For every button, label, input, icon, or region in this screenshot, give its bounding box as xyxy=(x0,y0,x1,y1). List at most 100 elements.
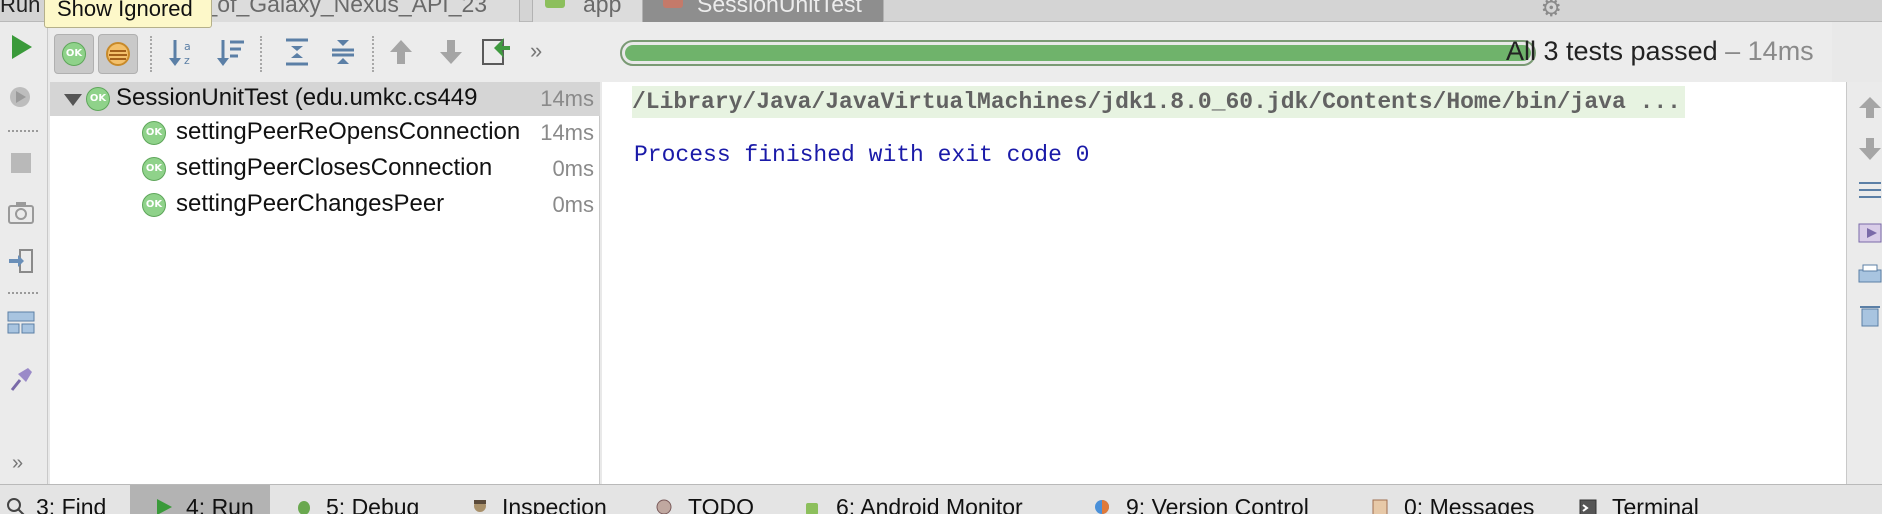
right-action-bar xyxy=(1846,82,1882,484)
ok-icon: OK xyxy=(62,42,86,66)
tab-run[interactable]: 4: Run xyxy=(130,485,270,514)
tab-android-monitor[interactable]: 6: Android Monitor xyxy=(800,485,1050,514)
test-progress-bar xyxy=(620,40,1536,66)
test-method-name: settingPeerChangesPeer xyxy=(176,190,445,217)
scroll-up-icon[interactable] xyxy=(1857,94,1882,120)
more-toolbar-icon[interactable]: » xyxy=(530,38,542,64)
tree-row[interactable]: OK settingPeerClosesConnection 0ms xyxy=(50,152,600,186)
show-ignored-button[interactable] xyxy=(98,34,138,74)
tab-galaxy-nexus[interactable]: y_of_Galaxy_Nexus_API_23 xyxy=(180,0,520,22)
ignored-icon xyxy=(106,42,130,66)
test-status: All 3 tests passed – 14ms xyxy=(1506,36,1814,67)
sort-alphabetically-icon[interactable]: a z xyxy=(168,36,198,68)
trash-icon[interactable] xyxy=(1857,302,1882,328)
tab-label: 6: Android Monitor xyxy=(836,494,1023,514)
inspector-icon xyxy=(474,500,486,512)
tree-row[interactable]: OK settingPeerChangesPeer 0ms xyxy=(50,188,600,222)
show-passed-button[interactable]: OK xyxy=(54,34,94,74)
next-failed-icon[interactable] xyxy=(436,36,466,68)
expand-toggle-icon[interactable] xyxy=(64,94,82,106)
run-icon xyxy=(157,499,172,514)
export-results-icon[interactable] xyxy=(480,34,512,68)
test-method-name: settingPeerClosesConnection xyxy=(176,154,493,181)
console-command-line[interactable]: /Library/Java/JavaVirtualMachines/jdk1.8… xyxy=(632,86,1685,118)
svg-text:z: z xyxy=(184,54,190,67)
test-duration: 14ms xyxy=(540,120,594,145)
ok-icon: OK xyxy=(142,157,166,181)
separator xyxy=(8,292,38,294)
progress-fill xyxy=(625,45,1531,61)
test-duration: 14ms xyxy=(540,86,594,111)
previous-failed-icon[interactable] xyxy=(386,36,416,68)
separator xyxy=(260,36,262,72)
svg-text:a: a xyxy=(184,40,191,53)
tab-label: Inspection xyxy=(502,494,607,514)
tab-find[interactable]: 3: Find xyxy=(0,485,120,514)
collapse-all-icon[interactable] xyxy=(328,36,358,68)
camera-icon[interactable] xyxy=(6,198,36,228)
tab-label: 3: Find xyxy=(36,494,107,514)
tree-row-root[interactable]: OK SessionUnitTest (edu.umkc.cs449 14ms xyxy=(50,82,600,116)
test-method-name: settingPeerReOpensConnection xyxy=(176,118,521,145)
rerun-icon[interactable] xyxy=(6,32,36,62)
tab-label: 9: Version Control xyxy=(1126,494,1309,514)
more-actions-icon[interactable]: » xyxy=(12,452,23,475)
console-exit-message: Process finished with exit code 0 xyxy=(634,142,1090,168)
test-status-text: All 3 tests passed xyxy=(1506,36,1718,66)
test-config-icon xyxy=(663,0,683,8)
tab-label: 4: Run xyxy=(186,494,254,514)
tab-terminal[interactable]: Terminal xyxy=(1576,485,1726,514)
soft-wrap-icon[interactable] xyxy=(1857,178,1882,204)
console-output[interactable]: /Library/Java/JavaVirtualMachines/jdk1.8… xyxy=(602,82,1846,484)
search-icon xyxy=(7,498,25,514)
expand-all-icon[interactable] xyxy=(282,36,312,68)
test-tree: OK SessionUnitTest (edu.umkc.cs449 14ms … xyxy=(50,82,600,484)
ok-icon: OK xyxy=(86,87,110,111)
test-duration: 0ms xyxy=(552,156,594,181)
tab-session-unit-test[interactable]: SessionUnitTest xyxy=(642,0,884,22)
todo-icon xyxy=(656,499,672,514)
tab-label: SessionUnitTest xyxy=(697,0,862,17)
tab-todo[interactable]: TODO xyxy=(652,485,772,514)
terminal-icon xyxy=(1579,499,1597,514)
scroll-down-icon[interactable] xyxy=(1857,136,1882,162)
tab-version-control[interactable]: 9: Version Control xyxy=(1090,485,1330,514)
test-toolbar: OK a z » All 3 tests passed – 14ms xyxy=(50,22,1832,82)
left-action-bar: » xyxy=(0,22,48,484)
stop-icon[interactable] xyxy=(6,148,36,178)
android-icon xyxy=(545,0,565,8)
tab-label: y_of_Galaxy_Nexus_API_23 xyxy=(193,0,488,17)
rerun-failed-icon[interactable] xyxy=(6,82,36,112)
login-icon[interactable] xyxy=(6,246,36,276)
gear-icon[interactable]: ⚙ xyxy=(1540,0,1562,23)
ok-icon: OK xyxy=(142,121,166,145)
tab-label: TODO xyxy=(688,494,755,514)
tooltip: Show Ignored xyxy=(44,0,212,28)
tab-label: 5: Debug xyxy=(326,494,420,514)
tree-row[interactable]: OK settingPeerReOpensConnection 14ms xyxy=(50,116,600,150)
layout-icon[interactable] xyxy=(6,308,36,338)
ok-icon: OK xyxy=(142,193,166,217)
pin-icon[interactable] xyxy=(6,364,36,394)
tool-window-bar: 3: Find 4: Run 5: Debug Inspection TODO … xyxy=(0,484,1882,514)
print-icon[interactable] xyxy=(1857,262,1882,288)
editor-tab-strip: Run y_of_Galaxy_Nexus_API_23 app Session… xyxy=(0,0,1882,28)
tab-label: Terminal xyxy=(1612,494,1699,514)
bug-icon xyxy=(298,501,310,514)
run-tool-window: Run y_of_Galaxy_Nexus_API_23 app Session… xyxy=(0,0,1882,514)
test-duration: 0ms xyxy=(552,192,594,217)
tab-app[interactable]: app xyxy=(532,0,644,22)
sort-by-duration-icon[interactable] xyxy=(216,36,246,68)
tab-label: app xyxy=(583,0,622,17)
test-status-duration: – 14ms xyxy=(1725,36,1814,66)
test-class-name: SessionUnitTest (edu.umkc.cs449 xyxy=(116,84,478,111)
tab-messages[interactable]: 0: Messages xyxy=(1368,485,1548,514)
scroll-to-end-icon[interactable] xyxy=(1857,220,1882,246)
separator xyxy=(8,130,38,132)
android-icon xyxy=(806,503,818,514)
tab-debug[interactable]: 5: Debug xyxy=(290,485,440,514)
tooltip-text: Show Ignored xyxy=(57,0,193,21)
tab-inspection[interactable]: Inspection xyxy=(466,485,626,514)
run-window-title: Run xyxy=(0,0,41,17)
tab-label: 0: Messages xyxy=(1404,494,1535,514)
